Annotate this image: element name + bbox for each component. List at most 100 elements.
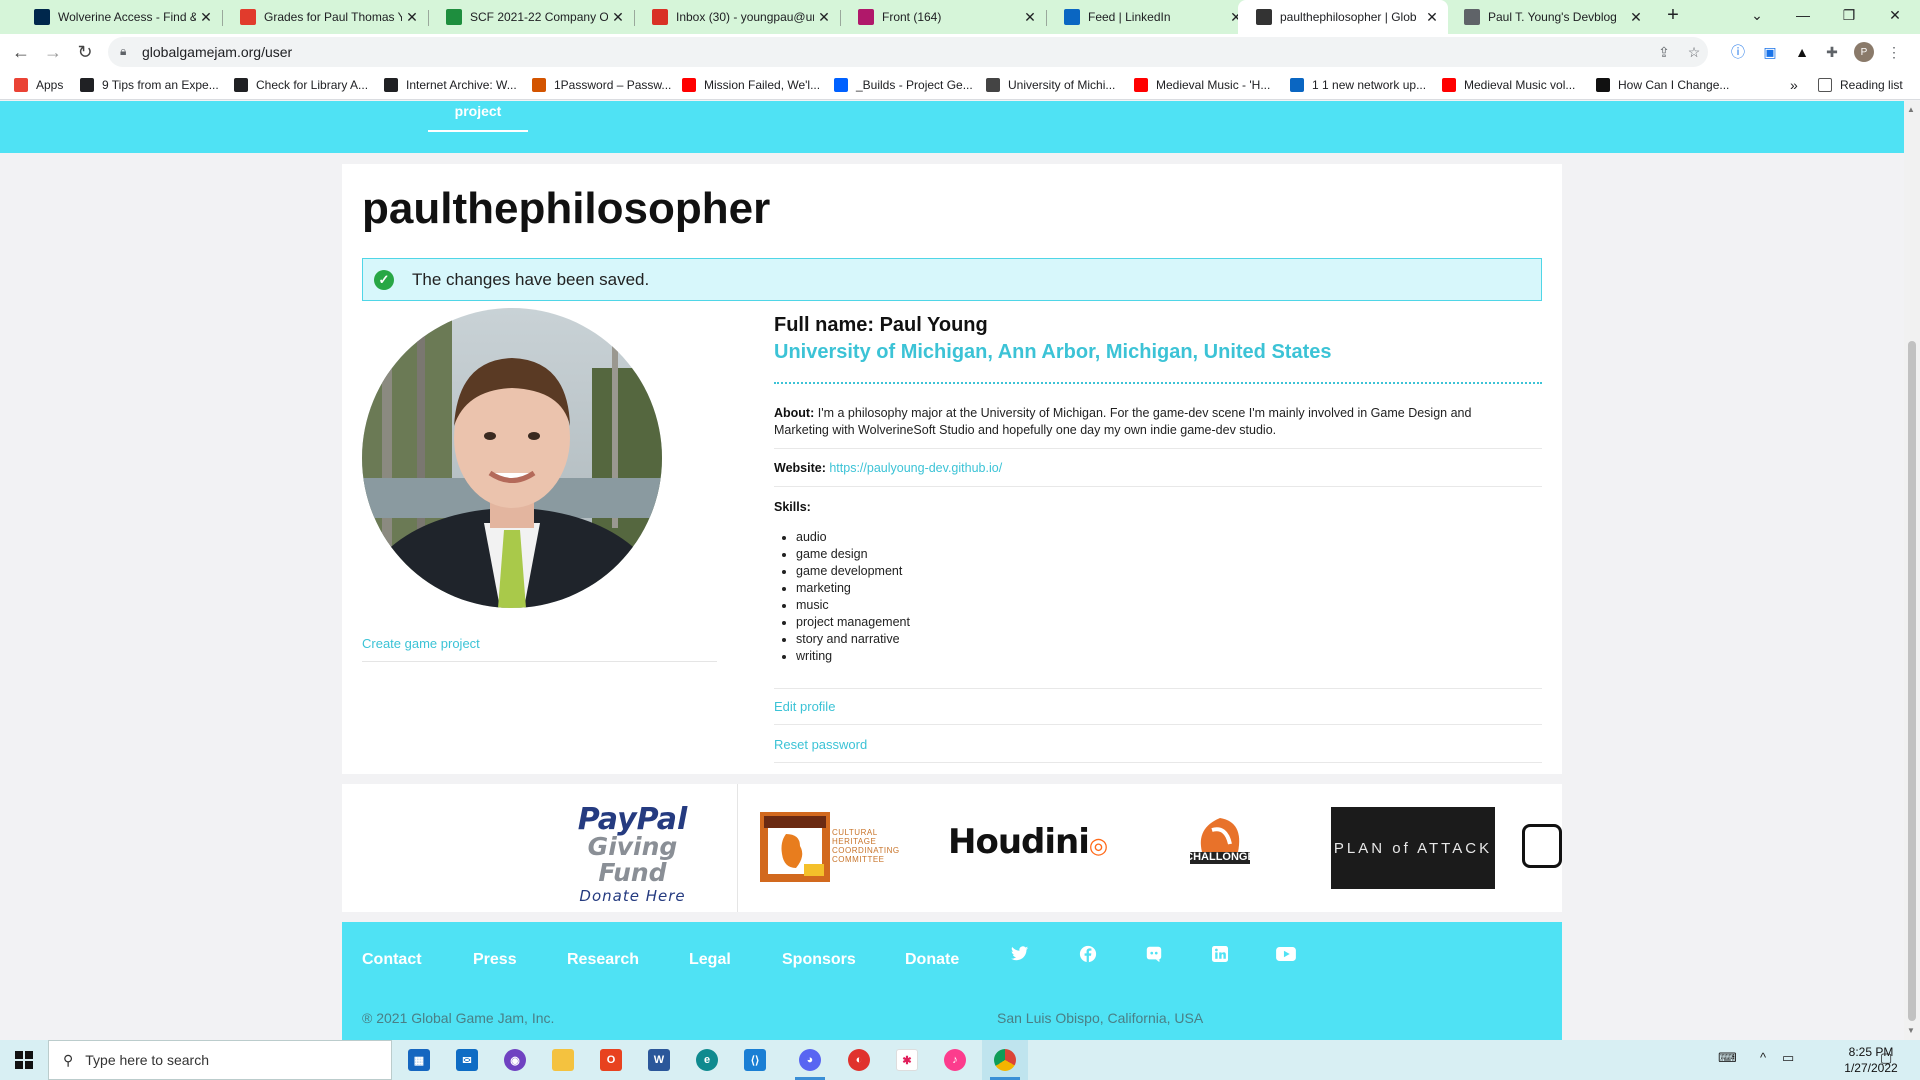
page-scrollbar[interactable]: ▲ ▼: [1904, 101, 1920, 1040]
chcc-emblem-icon[interactable]: [760, 812, 830, 882]
website-link[interactable]: https://paulyoung-dev.github.io/: [829, 461, 1002, 475]
taskbar-app-store[interactable]: ▦: [396, 1040, 442, 1080]
profile-avatar-icon[interactable]: P: [1854, 42, 1874, 62]
close-tab-icon[interactable]: ✕: [196, 9, 216, 26]
bookmark-item[interactable]: 9 Tips from an Expe...: [80, 76, 219, 94]
share-icon[interactable]: ⇪: [1654, 42, 1674, 62]
scrollbar-thumb[interactable]: [1908, 341, 1916, 1021]
new-tab-button[interactable]: +: [1650, 0, 1696, 30]
network-icon[interactable]: ▭: [1782, 1050, 1794, 1066]
bookmark-item[interactable]: Medieval Music - 'H...: [1134, 76, 1270, 94]
reload-icon[interactable]: ↻: [72, 40, 98, 64]
taskbar-app-mail[interactable]: ✉: [444, 1040, 490, 1080]
location-link[interactable]: University of Michigan, Ann Arbor, Michi…: [774, 341, 1331, 364]
browser-tab[interactable]: Inbox (30) - youngpau@ur ✕: [634, 0, 840, 34]
check-icon: ✓: [374, 269, 394, 290]
close-tab-icon[interactable]: ✕: [1020, 9, 1040, 26]
nav-item-project[interactable]: project: [428, 103, 528, 119]
divider: [362, 661, 717, 662]
divider: [774, 724, 1542, 725]
taskbar-app-office[interactable]: O: [588, 1040, 634, 1080]
onepassword-extension-icon[interactable]: ⓘ: [1728, 42, 1748, 62]
tab-search-icon[interactable]: ⌄: [1734, 0, 1780, 30]
taskbar-app-word[interactable]: W: [636, 1040, 682, 1080]
challonge-logo[interactable]: CHALLONGE: [1182, 814, 1258, 880]
bookmark-item[interactable]: 1 1 new network up...: [1290, 76, 1426, 94]
chevron-up-icon[interactable]: ^: [1760, 1050, 1766, 1065]
bookmark-item[interactable]: Apps: [14, 76, 63, 94]
plan-of-attack-logo[interactable]: PLAN of ATTACK: [1331, 807, 1495, 889]
footer-link-press[interactable]: Press: [473, 951, 517, 969]
close-tab-icon[interactable]: ✕: [814, 9, 834, 26]
taskbar-app-chrome[interactable]: [982, 1040, 1028, 1080]
discord-icon[interactable]: [1144, 944, 1164, 964]
bookmark-item[interactable]: Check for Library A...: [234, 76, 368, 94]
browser-tab[interactable]: SCF 2021-22 Company Ou ✕: [428, 0, 634, 34]
notifications-icon[interactable]: ▢: [1880, 1050, 1892, 1066]
paypal-giving-fund-logo[interactable]: PayPal Giving Fund Donate Here: [550, 805, 715, 906]
close-tab-icon[interactable]: ✕: [1422, 9, 1442, 26]
address-bar[interactable]: 🔒︎ globalgamejam.org/user ⇪ ☆: [108, 37, 1708, 67]
browser-tab[interactable]: paulthephilosopher | Glob ✕: [1238, 0, 1448, 34]
bookmark-item[interactable]: Internet Archive: W...: [384, 76, 517, 94]
scroll-up-arrow-icon[interactable]: ▲: [1907, 105, 1915, 114]
bookmark-item[interactable]: _Builds - Project Ge...: [834, 76, 973, 94]
taskbar-search-box[interactable]: ⚲ Type here to search: [48, 1040, 392, 1080]
back-icon[interactable]: ←: [8, 40, 34, 64]
taskbar-app-edge[interactable]: e: [684, 1040, 730, 1080]
more-bookmarks-button[interactable]: »: [1790, 76, 1798, 94]
youtube-icon[interactable]: [1276, 944, 1296, 964]
tab-title: Front (164): [882, 10, 942, 24]
bookmark-item[interactable]: Mission Failed, We'l...: [682, 76, 820, 94]
scroll-down-arrow-icon[interactable]: ▼: [1907, 1026, 1915, 1035]
create-game-project-link[interactable]: Create game project: [362, 636, 480, 651]
arrow-extension-icon[interactable]: ▲: [1792, 42, 1812, 62]
browser-tab[interactable]: Paul T. Young's Devblog ✕: [1446, 0, 1652, 34]
edit-profile-link[interactable]: Edit profile: [774, 699, 835, 714]
screen-extension-icon[interactable]: ▣: [1760, 42, 1780, 62]
bookmark-label: _Builds - Project Ge...: [856, 78, 973, 92]
keyboard-icon[interactable]: ⌨: [1718, 1050, 1737, 1066]
menu-dots-icon[interactable]: ⋮: [1884, 42, 1904, 62]
browser-tab[interactable]: Feed | LinkedIn ✕: [1046, 0, 1252, 34]
url-text[interactable]: globalgamejam.org/user: [142, 44, 292, 60]
footer-link-donate[interactable]: Donate: [905, 951, 959, 969]
reset-password-link[interactable]: Reset password: [774, 737, 867, 752]
reading-list-button[interactable]: Reading list: [1818, 76, 1903, 94]
footer-link-legal[interactable]: Legal: [689, 951, 731, 969]
close-window-icon[interactable]: ✕: [1872, 0, 1918, 30]
minimize-icon[interactable]: —: [1780, 0, 1826, 30]
browser-tab[interactable]: Wolverine Access - Find & ✕: [16, 0, 222, 34]
facebook-icon[interactable]: [1078, 944, 1098, 964]
taskbar-app-discord[interactable]: ◕: [787, 1040, 833, 1080]
taskbar-app-explorer[interactable]: [540, 1040, 586, 1080]
star-icon[interactable]: ☆: [1684, 42, 1704, 62]
footer-link-research[interactable]: Research: [567, 951, 639, 969]
linkedin-icon[interactable]: [1210, 944, 1230, 964]
taskbar-app-slack[interactable]: ✱: [884, 1040, 930, 1080]
close-tab-icon[interactable]: ✕: [1626, 9, 1646, 26]
taskbar-app-github[interactable]: ◉: [492, 1040, 538, 1080]
taskbar-app-vscode[interactable]: ⟨⟩: [732, 1040, 778, 1080]
footer-link-sponsors[interactable]: Sponsors: [782, 951, 856, 969]
close-tab-icon[interactable]: ✕: [402, 9, 422, 26]
taskbar-app-itunes[interactable]: ♪: [932, 1040, 978, 1080]
bookmark-item[interactable]: Medieval Music vol...: [1442, 76, 1575, 94]
taskbar-app-tool[interactable]: ◐: [836, 1040, 882, 1080]
footer-link-contact[interactable]: Contact: [362, 951, 422, 969]
houdini-logo[interactable]: Houdini◎: [948, 822, 1108, 862]
start-button[interactable]: [0, 1040, 48, 1080]
twitter-icon[interactable]: [1010, 944, 1030, 964]
browser-tab[interactable]: Grades for Paul Thomas Yo ✕: [222, 0, 428, 34]
browser-tab[interactable]: Front (164) ✕: [840, 0, 1046, 34]
bookmark-item[interactable]: University of Michi...: [986, 76, 1115, 94]
youtube-icon: [1442, 78, 1456, 92]
close-tab-icon[interactable]: ✕: [608, 9, 628, 26]
system-clock[interactable]: 8:25 PM 1/27/2022: [1838, 1044, 1904, 1076]
partner-logo-cut-off[interactable]: [1522, 824, 1562, 868]
forward-icon[interactable]: →: [40, 40, 66, 64]
bookmark-item[interactable]: How Can I Change...: [1596, 76, 1729, 94]
bookmark-item[interactable]: 1Password – Passw...: [532, 76, 671, 94]
puzzle-icon[interactable]: ✚: [1822, 42, 1842, 62]
restore-icon[interactable]: ❐: [1826, 0, 1872, 30]
